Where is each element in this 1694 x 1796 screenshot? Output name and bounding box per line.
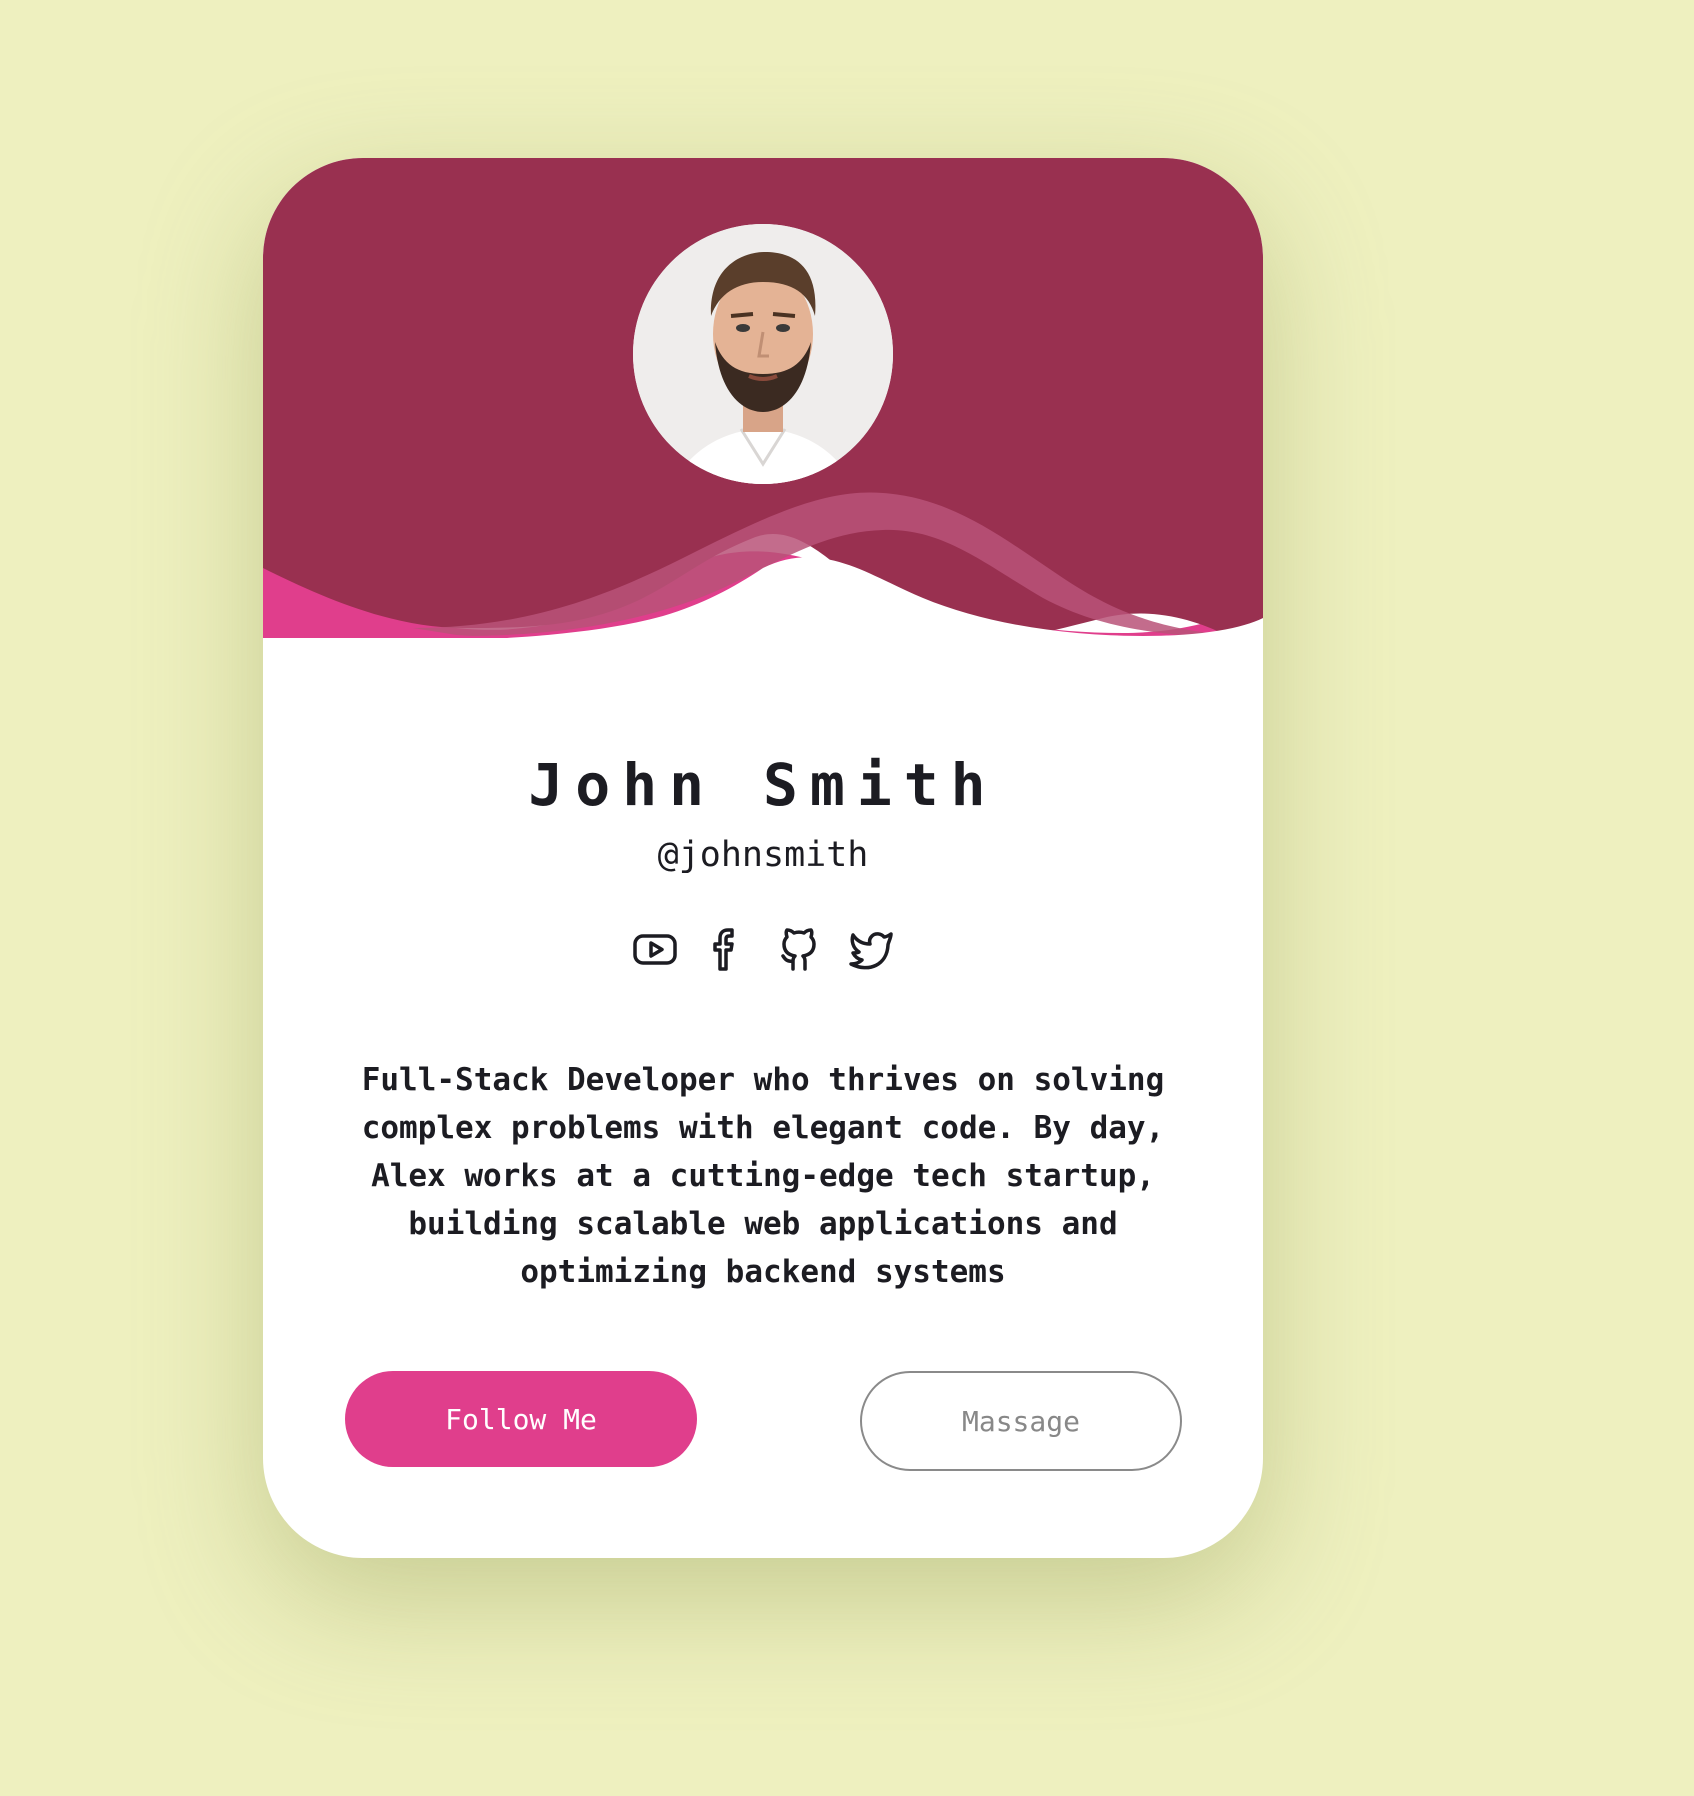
avatar <box>633 224 893 484</box>
message-button[interactable]: Massage <box>860 1371 1182 1471</box>
github-link[interactable] <box>774 924 824 974</box>
twitter-link[interactable] <box>846 924 896 974</box>
follow-button[interactable]: Follow Me <box>345 1371 697 1467</box>
profile-bio: Full-Stack Developer who thrives on solv… <box>361 1062 1165 1290</box>
twitter-icon <box>849 932 893 970</box>
social-links <box>263 924 1263 974</box>
facebook-icon <box>713 928 734 971</box>
youtube-link[interactable] <box>630 924 680 974</box>
youtube-icon <box>633 934 677 965</box>
avatar-image <box>633 224 893 484</box>
profile-card: John Smith @johnsmith Full-Stack Develop… <box>263 158 1263 1558</box>
facebook-link[interactable] <box>702 924 752 974</box>
profile-name: John Smith <box>528 751 998 819</box>
github-icon <box>781 928 816 971</box>
profile-handle: @johnsmith <box>657 835 869 875</box>
